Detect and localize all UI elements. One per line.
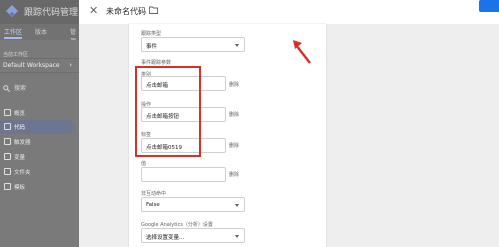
tab-versions[interactable]: 版本 (35, 27, 47, 36)
sidebar-item-label: 代码 (14, 125, 26, 131)
variable-icon (4, 153, 11, 160)
app-header: 跟踪代码管理器 (0, 0, 79, 24)
editor-header: ✕ 未命名代码 (79, 0, 499, 24)
tag-name[interactable]: 未命名代码 (106, 6, 146, 17)
sidebar-item-overview[interactable]: 概览 (0, 106, 74, 120)
sidebar-item-folders[interactable]: 文件夹 (0, 165, 74, 179)
action-value: 点击邮箱按钮 (146, 113, 180, 120)
workspace-name: Default Workspace (3, 62, 60, 69)
chevron-down-icon (235, 44, 239, 47)
template-icon (4, 183, 11, 190)
ga-settings-label: Google Analytics（分析）设置 (141, 222, 213, 228)
category-delete-button[interactable]: 删除 (229, 81, 239, 88)
close-icon[interactable]: ✕ (89, 4, 98, 18)
tag-editor-panel: ✕ 未命名代码 跟踪类型 事件 事件跟踪参数 类别 点击邮箱 删除 操作 点击邮… (79, 0, 499, 247)
event-params-label: 事件跟踪参数 (141, 60, 172, 66)
label-field[interactable]: 点击邮箱0519 (141, 138, 226, 153)
sidebar-item-label: 触发器 (14, 140, 31, 146)
sidebar-item-variables[interactable]: 变量 (0, 150, 74, 164)
action-delete-button[interactable]: 删除 (229, 111, 239, 118)
sidebar-item-triggers[interactable]: 触发器 (0, 135, 74, 149)
track-type-label: 跟踪类型 (141, 31, 162, 37)
folder-icon (4, 168, 11, 175)
arrow-annotation-icon (293, 40, 311, 64)
sidebar: 当前工作区 Default Workspace › 搜索 概览 代码 触发器 变… (0, 40, 79, 247)
value-field[interactable] (141, 167, 226, 182)
workspace-selector[interactable]: Default Workspace › (0, 58, 79, 73)
folder-icon[interactable] (149, 6, 158, 14)
overview-icon (4, 109, 11, 116)
app-title: 跟踪代码管理器 (24, 8, 78, 18)
track-type-select[interactable]: 事件 (141, 37, 245, 52)
chevron-right-icon: › (69, 61, 72, 69)
tag-icon (4, 123, 11, 130)
save-button[interactable] (479, 0, 499, 12)
noninteraction-value: False (146, 201, 160, 208)
gtm-logo-icon (6, 5, 18, 17)
noninteraction-select[interactable]: False (141, 197, 245, 212)
trigger-icon (4, 138, 11, 145)
value-delete-button[interactable]: 删除 (229, 171, 239, 178)
main-tabs: 工作区 版本 管理 (0, 24, 79, 45)
value-label: 值 (141, 161, 147, 167)
sidebar-item-label: 模板 (14, 185, 26, 191)
label-value: 点击邮箱0519 (146, 144, 182, 151)
ga-settings-value: 选择设置变量... (146, 234, 185, 241)
chevron-down-icon (235, 235, 239, 238)
tab-workspace[interactable]: 工作区 (4, 27, 23, 39)
ga-settings-select[interactable]: 选择设置变量... (141, 228, 245, 243)
noninteraction-label: 非互动命中 (141, 191, 167, 197)
sidebar-item-label: 概览 (14, 111, 26, 117)
label-delete-button[interactable]: 删除 (229, 142, 239, 149)
sidebar-search[interactable]: 搜索 (3, 83, 26, 92)
sidebar-item-label: 文件夹 (14, 170, 31, 176)
track-type-value: 事件 (146, 43, 158, 50)
action-field[interactable]: 点击邮箱按钮 (141, 107, 226, 122)
label-label: 标签 (141, 132, 152, 138)
search-icon (3, 85, 10, 92)
category-value: 点击邮箱 (146, 82, 169, 89)
chevron-down-icon (235, 204, 239, 207)
sidebar-item-label: 变量 (14, 155, 26, 161)
category-field[interactable]: 点击邮箱 (141, 76, 226, 91)
sidebar-item-tags[interactable]: 代码 (0, 120, 74, 134)
sidebar-item-templates[interactable]: 模板 (0, 180, 74, 194)
search-label: 搜索 (14, 85, 27, 92)
workspace-label: 当前工作区 (3, 52, 29, 58)
